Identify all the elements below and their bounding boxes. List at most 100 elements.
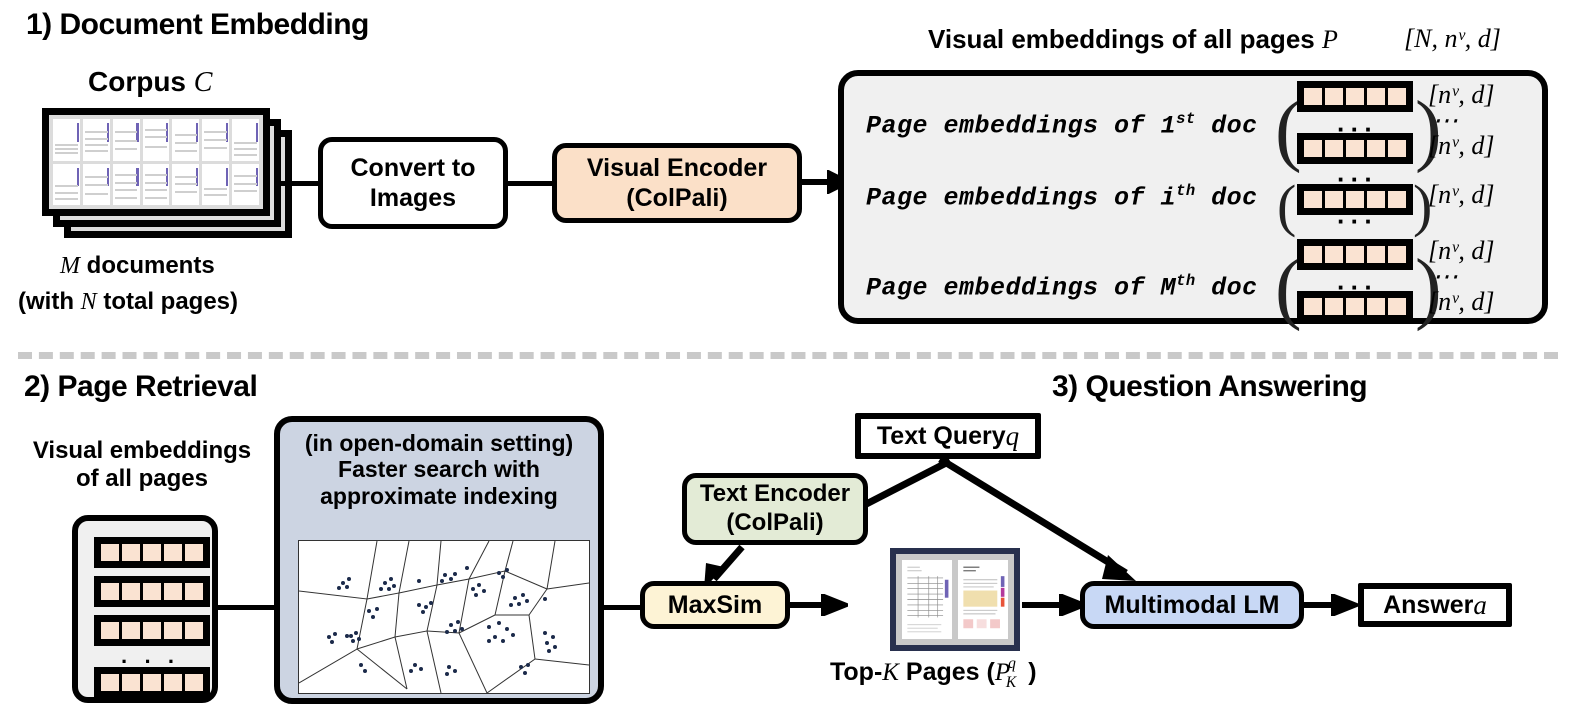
topk-page-right xyxy=(958,560,1008,639)
panel-shape-3b: [nᵛ, d] xyxy=(1428,287,1495,316)
panel-row-label-3: Page embeddings of Mth doc xyxy=(866,272,1258,302)
panel-group-ellipsis-bottom: ··· xyxy=(1337,206,1378,236)
open-domain-line1: (in open-domain setting) xyxy=(304,430,574,456)
maxsim-label: MaxSim xyxy=(667,591,763,619)
text-query-symbol: q xyxy=(1005,420,1020,451)
section-3-title: 3) Question Answering xyxy=(1052,370,1368,403)
connector-corpus-convert xyxy=(278,181,318,186)
topk-sup-q: q xyxy=(1008,655,1016,672)
embeddings-heading-text: Visual embeddings of all pages xyxy=(928,24,1322,54)
connector-opendomain-maxsim xyxy=(604,605,640,610)
answer-label: Answer xyxy=(1383,591,1474,619)
embeddings-heading-symbol: P xyxy=(1321,25,1338,54)
open-domain-line3: approximate indexing xyxy=(320,482,558,509)
retrieval-embeddings-box: · · · xyxy=(72,515,218,703)
corpus-caption-line1: M documents xyxy=(60,252,215,281)
retrieval-embeddings-caption: Visual embeddings of all pages xyxy=(12,437,272,492)
panel-row-2-post: doc xyxy=(1195,183,1258,213)
panel-row-2-sup: th xyxy=(1176,182,1196,200)
answer-box[interactable]: Answer a xyxy=(1358,583,1512,627)
topk-caption-k: K xyxy=(882,659,899,686)
maxsim-box[interactable]: MaxSim xyxy=(640,581,790,629)
panel-row-2-ord: i xyxy=(1160,183,1177,213)
page-thumb xyxy=(112,163,140,205)
topk-caption-post: ) xyxy=(1028,658,1037,686)
arrow-multimodal-answer xyxy=(1304,592,1363,621)
corpus-caption-documents: documents xyxy=(80,252,215,279)
topk-caption-sub: PqK xyxy=(995,655,1028,691)
embedding-vector xyxy=(94,537,210,568)
panel-row-3-pre: Page embeddings of xyxy=(866,273,1161,303)
panel-row-3-sup: th xyxy=(1176,272,1196,290)
section-1-title: 1) Document Embedding xyxy=(26,8,369,41)
text-query-label: Text Query xyxy=(876,422,1006,450)
page-thumb xyxy=(202,119,230,161)
page-thumb xyxy=(112,119,140,161)
corpus-caption-n: N xyxy=(80,289,97,315)
page-thumb xyxy=(142,163,170,205)
retrieval-caption-line1: Visual embeddings xyxy=(32,437,252,464)
visual-encoder-box[interactable]: Visual Encoder (ColPali) xyxy=(552,143,802,223)
panel-shape-2: [nᵛ, d] xyxy=(1428,180,1495,209)
page-thumb xyxy=(232,163,259,205)
panel-row-3-ord: M xyxy=(1160,273,1177,303)
embedding-vector xyxy=(94,576,210,607)
visual-encoder-line1: Visual Encoder xyxy=(586,154,768,182)
embedding-vector xyxy=(1297,291,1413,322)
corpus-caption-pages: total pages) xyxy=(96,288,239,315)
panel-shape-1b: [nᵛ, d] xyxy=(1428,131,1495,160)
embeddings-heading-shape: [N, nᵛ, d] xyxy=(1404,24,1501,53)
panel-vector-group-1: ( ··· ) xyxy=(1275,78,1442,170)
topk-caption-pre: Top- xyxy=(830,658,883,686)
corpus-stack xyxy=(42,108,302,238)
answer-symbol: a xyxy=(1473,589,1487,620)
page-thumb xyxy=(172,119,200,161)
panel-row-3-post: doc xyxy=(1195,273,1258,303)
page-thumb xyxy=(172,163,200,205)
connector-convert-encoder xyxy=(508,181,552,186)
convert-to-images-line1: Convert to xyxy=(350,154,476,182)
embedding-vector xyxy=(94,615,210,646)
arrow-topk-multimodal xyxy=(1022,592,1091,621)
corpus-label-symbol: C xyxy=(193,67,213,98)
arrow-maxsim-topk xyxy=(790,592,853,621)
page-thumb xyxy=(53,119,80,161)
page-thumb xyxy=(53,163,80,205)
page-thumb xyxy=(82,163,110,205)
multimodal-lm-box[interactable]: Multimodal LM xyxy=(1080,581,1304,629)
embedding-vector xyxy=(1297,133,1413,164)
document-sheet-front xyxy=(42,108,270,216)
embeddings-panel-heading: Visual embeddings of all pages P xyxy=(928,24,1338,55)
open-domain-text: (in open-domain setting) Faster search w… xyxy=(280,422,598,509)
visual-encoder-line2: (ColPali) xyxy=(626,184,728,212)
open-domain-box[interactable]: (in open-domain setting) Faster search w… xyxy=(274,416,604,704)
panel-row-1-ord: 1 xyxy=(1160,111,1177,141)
panel-row-label-2: Page embeddings of ith doc xyxy=(866,182,1258,212)
page-thumb xyxy=(202,163,230,205)
panel-row-1-pre: Page embeddings of xyxy=(866,111,1161,141)
voronoi-diagram xyxy=(298,540,590,694)
embedding-vector xyxy=(94,667,210,698)
page-thumb xyxy=(82,119,110,161)
convert-to-images-box[interactable]: Convert to Images xyxy=(318,137,508,229)
text-encoder-box[interactable]: Text Encoder (ColPali) xyxy=(682,473,868,545)
corpus-caption-m: M xyxy=(60,253,80,279)
topk-caption: Top-K Pages (PqK) xyxy=(830,655,1037,691)
retrieval-caption-line2: of all pages xyxy=(75,464,209,492)
topk-sub-k: K xyxy=(1005,674,1017,691)
panel-vector-group-3: ( ··· ) xyxy=(1275,234,1442,328)
open-domain-line2: Faster search with xyxy=(338,456,540,483)
corpus-label: Corpus C xyxy=(88,66,212,99)
topk-pages-thumbnail[interactable] xyxy=(890,548,1020,651)
corpus-caption-with: (with xyxy=(18,288,81,315)
text-query-box[interactable]: Text Query q xyxy=(855,413,1041,459)
topk-page-left xyxy=(902,560,952,639)
text-encoder-line2: (ColPali) xyxy=(726,509,824,536)
panel-row-2-pre: Page embeddings of xyxy=(866,183,1161,213)
panel-row-label-1: Page embeddings of 1st doc xyxy=(866,110,1258,140)
connector-embeddings-opendomain xyxy=(218,605,274,610)
convert-to-images-line2: Images xyxy=(369,184,457,212)
multimodal-lm-label: Multimodal LM xyxy=(1104,591,1280,619)
panel-row-1-sup: st xyxy=(1176,110,1196,128)
page-thumb xyxy=(142,119,170,161)
